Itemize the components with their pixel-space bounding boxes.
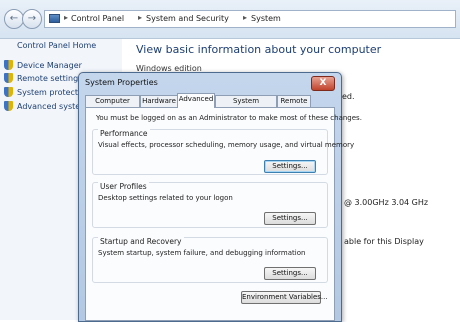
computer-icon [49, 14, 60, 23]
group-title: User Profiles [98, 182, 149, 191]
admin-note: You must be logged on as an Administrato… [96, 114, 362, 122]
control-panel-home-link[interactable]: Control Panel Home [17, 41, 96, 50]
user-profiles-group: User Profiles Desktop settings related t… [92, 182, 328, 228]
back-button[interactable]: ← [4, 9, 24, 29]
tab-remote[interactable]: Remote [277, 95, 311, 107]
breadcrumb-control-panel[interactable]: Control Panel [71, 14, 124, 23]
breadcrumb-separator-icon: ▸ [64, 13, 69, 22]
performance-group: Performance Visual effects, processor sc… [92, 129, 354, 175]
sidebar-item-label: Remote settings [17, 74, 83, 83]
background-text-fragment: ed. [342, 92, 355, 101]
startup-recovery-group: Startup and Recovery System startup, sys… [92, 237, 328, 283]
address-bar[interactable]: ▸ Control Panel ▸ System and Security ▸ … [44, 10, 456, 28]
group-description: System startup, system failure, and debu… [98, 249, 306, 257]
shield-icon [4, 101, 13, 111]
page-title: View basic information about your comput… [136, 43, 382, 56]
pen-touch-text: able for this Display [344, 237, 424, 246]
close-button[interactable]: X [311, 76, 335, 91]
breadcrumb-separator-icon: ▸ [243, 13, 248, 22]
user-profiles-settings-button[interactable]: Settings... [264, 212, 316, 225]
breadcrumb-system-and-security[interactable]: System and Security [146, 14, 229, 23]
advanced-tab-panel: You must be logged on as an Administrato… [85, 107, 362, 321]
tab-computer-name[interactable]: Computer Name [85, 95, 140, 116]
group-title: Startup and Recovery [98, 237, 184, 246]
sidebar-item-device-manager[interactable]: Device Manager [4, 60, 82, 72]
tab-strip: Computer Name Hardware Advanced System P… [85, 93, 335, 116]
sidebar-item-label: Device Manager [17, 61, 82, 70]
shield-icon [4, 87, 13, 97]
tab-advanced[interactable]: Advanced [177, 93, 215, 108]
processor-speed-text: @ 3.00GHz 3.04 GHz [344, 198, 429, 207]
navigation-bar: ← → ▸ Control Panel ▸ System and Securit… [0, 0, 460, 39]
sidebar-item-advanced-system[interactable]: Advanced system [4, 101, 88, 113]
forward-button[interactable]: → [22, 9, 42, 29]
shield-icon [4, 73, 13, 83]
group-description: Visual effects, processor scheduling, me… [98, 141, 355, 149]
close-icon: X [319, 78, 327, 88]
sidebar-item-remote-settings[interactable]: Remote settings [4, 73, 82, 85]
performance-settings-button[interactable]: Settings... [264, 160, 316, 173]
system-properties-dialog: System Properties X Computer Name Hardwa… [78, 72, 362, 322]
breadcrumb-system[interactable]: System [251, 14, 281, 23]
environment-variables-button[interactable]: Environment Variables... [241, 291, 328, 304]
tab-hardware[interactable]: Hardware [140, 95, 178, 107]
shield-icon [4, 60, 13, 70]
forward-arrow-icon: → [27, 13, 37, 24]
breadcrumb-separator-icon: ▸ [138, 13, 143, 22]
dialog-title: System Properties [85, 78, 158, 87]
group-description: Desktop settings related to your logon [98, 194, 233, 202]
group-title: Performance [98, 129, 150, 138]
tab-system-protection[interactable]: System Protection [215, 95, 277, 116]
startup-recovery-settings-button[interactable]: Settings... [264, 267, 316, 280]
back-arrow-icon: ← [9, 13, 19, 24]
